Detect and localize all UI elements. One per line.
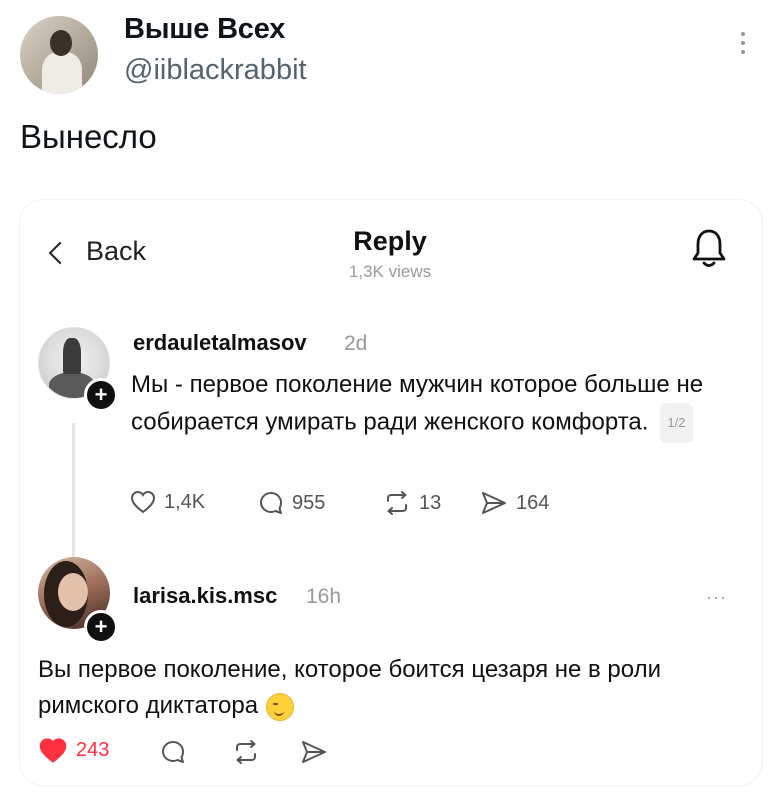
- author-avatar[interactable]: [20, 16, 98, 94]
- share-button[interactable]: 164: [480, 490, 549, 516]
- post-time: 2d: [344, 332, 368, 355]
- views-count: 1,3K views: [348, 262, 432, 281]
- like-button[interactable]: 1,4K: [130, 490, 205, 514]
- repost-icon: [236, 740, 256, 764]
- heart-icon: [39, 738, 67, 763]
- post-time: 16h: [306, 585, 342, 608]
- tweet-text: Вынесло: [20, 118, 157, 155]
- page-indicator: 1/2: [660, 403, 693, 443]
- author-name[interactable]: Выше Всех: [124, 13, 285, 46]
- comment-icon: [260, 492, 282, 514]
- more-icon[interactable]: ···: [706, 587, 727, 608]
- post-username[interactable]: erdauletalmasov: [133, 330, 307, 356]
- like-count: 1,4K: [164, 490, 206, 513]
- share-button[interactable]: [300, 739, 336, 765]
- post-username[interactable]: larisa.kis.msc: [133, 583, 277, 609]
- author-handle[interactable]: @iiblackrabbit: [124, 54, 307, 87]
- chevron-left-icon: [48, 241, 72, 264]
- like-button[interactable]: 243: [38, 737, 109, 764]
- bell-icon[interactable]: [692, 226, 726, 270]
- comment-button[interactable]: [160, 739, 194, 765]
- back-label: Back: [86, 236, 147, 266]
- back-button[interactable]: Back: [48, 236, 147, 267]
- follow-plus-icon[interactable]: +: [84, 378, 118, 412]
- repost-count: 13: [419, 491, 442, 514]
- post-body: Вы первое поколение, которое боится цеза…: [38, 656, 662, 719]
- comment-button[interactable]: 955: [258, 490, 325, 516]
- post-text: Вы первое поколение, которое боится цеза…: [38, 652, 748, 724]
- heart-icon: [130, 490, 156, 514]
- comment-icon: [162, 741, 184, 763]
- comment-count: 955: [292, 491, 326, 514]
- page-title: Reply: [353, 226, 427, 256]
- follow-plus-icon[interactable]: +: [84, 610, 118, 644]
- post-body: Мы - первое поколение мужчин которое бол…: [131, 371, 704, 436]
- post-text: Мы - первое поколение мужчин которое бол…: [131, 367, 746, 443]
- repost-button[interactable]: [232, 739, 268, 765]
- thread-line: [72, 423, 75, 573]
- repost-button[interactable]: 13: [383, 490, 441, 516]
- winking-face-emoji-icon: [266, 692, 295, 721]
- like-count: 243: [76, 739, 110, 761]
- repost-icon: [387, 491, 407, 515]
- send-icon: [482, 492, 506, 514]
- send-icon: [302, 741, 326, 763]
- share-count: 164: [516, 491, 550, 514]
- vertical-dots-icon[interactable]: [736, 32, 750, 62]
